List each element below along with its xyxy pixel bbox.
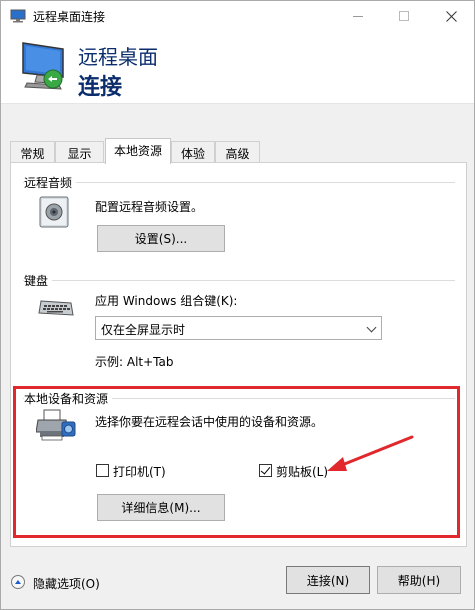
dialog-header: 远程桌面 连接 <box>1 31 474 103</box>
header-title-line2: 连接 <box>78 75 123 100</box>
header-title-line1: 远程桌面 <box>78 45 158 69</box>
tab-general[interactable]: 常规 <box>10 141 55 163</box>
rdp-window: 远程桌面连接 远程桌面 连接 常规 显示 本地资源 体验 高级 远程音频 配置远… <box>0 0 475 610</box>
tab-experience[interactable]: 体验 <box>171 141 215 163</box>
tab-local-resources[interactable]: 本地资源 <box>105 138 171 164</box>
minimize-icon <box>353 15 363 17</box>
audio-group-line <box>23 182 455 183</box>
tab-advanced[interactable]: 高级 <box>215 141 260 163</box>
hide-options-link[interactable]: 隐藏选项(O) <box>33 575 100 592</box>
audio-group-title: 远程音频 <box>24 174 77 191</box>
collapse-up-icon[interactable] <box>11 575 25 589</box>
keyboard-description: 应用 Windows 组合键(K): <box>95 294 238 308</box>
keyboard-group-title: 键盘 <box>24 272 53 289</box>
maximize-icon <box>399 11 409 21</box>
title-bar[interactable]: 远程桌面连接 <box>1 1 474 31</box>
window-title: 远程桌面连接 <box>33 10 106 24</box>
minimize-button[interactable] <box>335 1 381 31</box>
keyboard-example: 示例: Alt+Tab <box>95 355 174 369</box>
help-button[interactable]: 帮助(H) <box>377 566 461 594</box>
speaker-icon <box>39 196 69 228</box>
chevron-down-icon <box>366 322 377 333</box>
keyboard-group-line <box>23 280 455 281</box>
audio-settings-button[interactable]: 设置(S)... <box>97 225 225 252</box>
close-button[interactable] <box>428 1 474 31</box>
close-icon <box>445 10 457 22</box>
audio-description: 配置远程音频设置。 <box>95 200 204 214</box>
keyboard-icon <box>38 300 74 316</box>
annotation-arrow-icon <box>327 435 414 471</box>
tab-display[interactable]: 显示 <box>55 141 104 163</box>
header-divider <box>1 103 474 104</box>
connect-button[interactable]: 连接(N) <box>286 566 370 594</box>
maximize-button[interactable] <box>381 1 427 31</box>
keyboard-combination-select[interactable]: 仅在全屏显示时 <box>95 316 382 340</box>
remote-desktop-small-icon <box>10 9 26 23</box>
remote-desktop-icon <box>22 42 64 90</box>
